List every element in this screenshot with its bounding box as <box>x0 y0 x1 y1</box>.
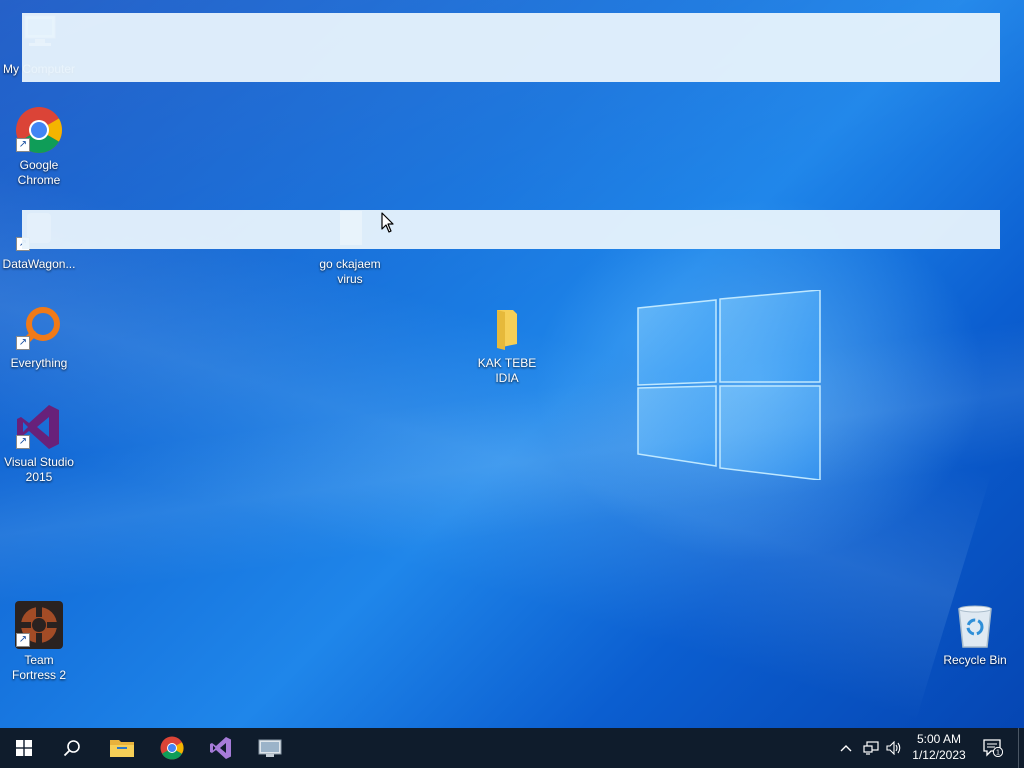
everything-search-icon: ↗ <box>15 304 63 352</box>
recycle-bin-icon <box>951 601 999 649</box>
clock-time: 5:00 AM <box>916 732 962 746</box>
windows-logo-wallpaper <box>637 290 821 480</box>
chevron-up-icon <box>840 745 852 752</box>
taskbar-app[interactable] <box>246 728 294 768</box>
desktop-icon-google-chrome[interactable]: ↗ Google Chrome <box>1 106 77 188</box>
search-button[interactable] <box>48 728 96 768</box>
taskbar-chrome[interactable] <box>148 728 196 768</box>
show-desktop-divider[interactable] <box>1018 728 1019 768</box>
desktop-icon-visual-studio-2015[interactable]: ↗ Visual Studio 2015 <box>1 403 77 485</box>
desktop-icon-label: DataWagon... <box>2 257 76 271</box>
folder-icon <box>483 304 531 352</box>
desktop-icon-recycle-bin[interactable]: Recycle Bin <box>937 601 1013 668</box>
overlay-banner <box>22 13 1000 82</box>
desktop-icon-kak-tebe-idia[interactable]: KAK TEBE IDIA <box>469 304 545 386</box>
desktop-icon-label: Google Chrome <box>17 158 61 187</box>
start-icon <box>16 740 32 756</box>
desktop-icon-team-fortress-2[interactable]: ↗ Team Fortress 2 <box>1 601 77 683</box>
shortcut-arrow-icon: ↗ <box>16 633 30 647</box>
start-button[interactable] <box>0 728 48 768</box>
desktop-icon-label: Recycle Bin <box>943 653 1007 667</box>
tray-network-button[interactable] <box>861 728 881 768</box>
shortcut-arrow-icon: ↗ <box>16 435 30 449</box>
chrome-icon <box>160 736 184 760</box>
taskbar-clock[interactable]: 5:00 AM 1/12/2023 <box>900 731 978 763</box>
taskbar-visual-studio[interactable] <box>197 728 245 768</box>
chrome-icon: ↗ <box>15 106 63 154</box>
overlay-banner <box>22 210 1000 249</box>
desktop-icon-label: Team Fortress 2 <box>11 653 66 682</box>
desktop-icon-everything[interactable]: ↗ Everything <box>1 304 77 371</box>
notification-count: 1 <box>996 750 1000 757</box>
desktop[interactable]: My Computer ↗ Google Chrome ↗ DataWagon.… <box>0 0 1024 728</box>
shortcut-arrow-icon: ↗ <box>16 336 30 350</box>
team-fortress-icon: ↗ <box>15 601 63 649</box>
tray-show-hidden-button[interactable] <box>838 728 854 768</box>
search-icon <box>63 740 80 757</box>
shortcut-arrow-icon: ↗ <box>16 138 30 152</box>
visual-studio-icon: ↗ <box>15 403 63 451</box>
desktop-icon-label: go ckajaem virus <box>319 257 381 286</box>
app-icon <box>258 739 282 757</box>
desktop-icon-label: Everything <box>10 356 68 370</box>
clock-date: 1/12/2023 <box>912 748 966 762</box>
visual-studio-icon <box>210 737 231 759</box>
taskbar-file-explorer[interactable] <box>98 728 146 768</box>
network-icon <box>863 741 879 755</box>
taskbar: 5:00 AM 1/12/2023 1 <box>0 728 1024 768</box>
desktop-icon-label: Visual Studio 2015 <box>4 455 74 484</box>
notification-icon: 1 <box>983 739 1003 757</box>
action-center-button[interactable]: 1 <box>980 728 1006 768</box>
file-explorer-icon <box>110 740 134 757</box>
desktop-icon-label: KAK TEBE IDIA <box>477 356 537 385</box>
mouse-cursor-icon <box>381 212 394 233</box>
